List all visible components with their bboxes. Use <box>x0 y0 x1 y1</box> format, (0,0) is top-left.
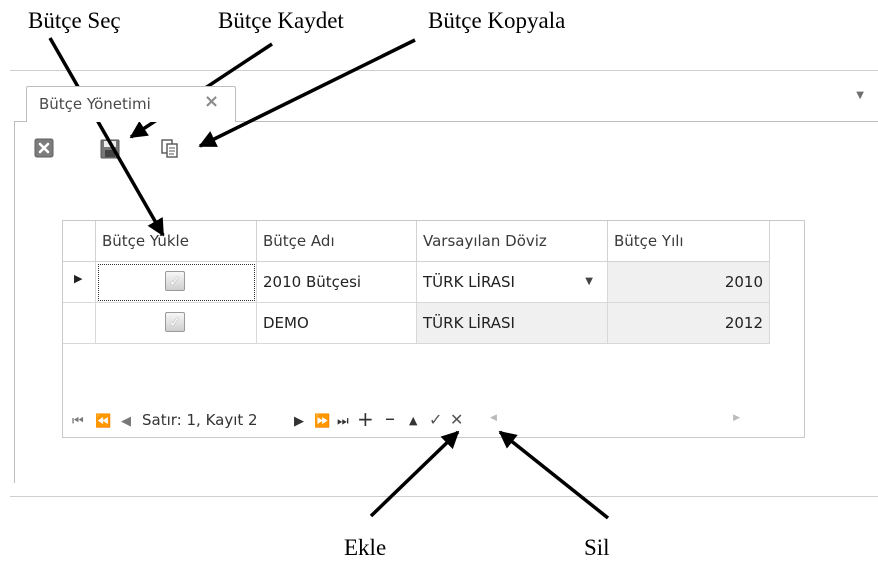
arrow-ekle <box>369 430 460 518</box>
arrow-sil <box>498 430 610 520</box>
arrow-butce-sec <box>48 37 165 237</box>
tab-close-icon[interactable]: × <box>204 91 219 112</box>
tab-butce-yonetimi[interactable]: Bütçe Yönetimi × <box>26 86 236 122</box>
tab-label: Bütçe Yönetimi <box>39 95 151 113</box>
